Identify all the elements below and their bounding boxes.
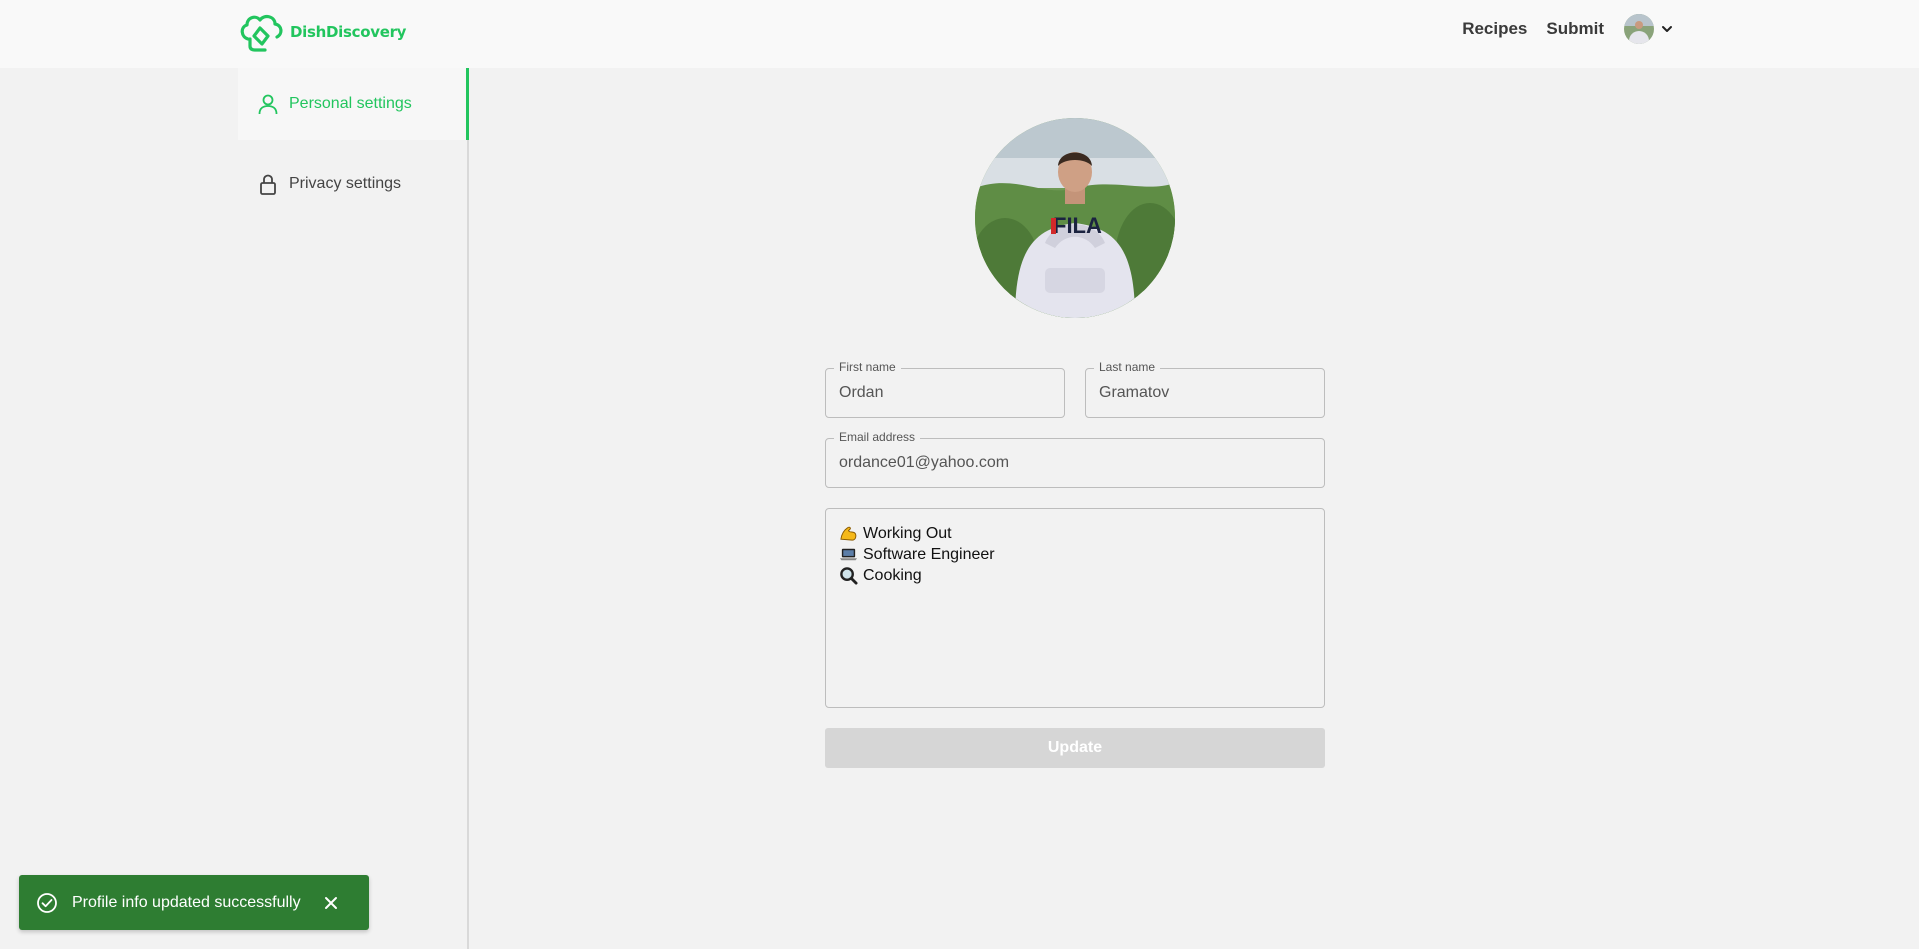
first-name-field[interactable]: First name (825, 360, 1065, 418)
profile-photo-image: FILA (975, 118, 1175, 318)
last-name-field[interactable]: Last name (1085, 360, 1325, 418)
email-input[interactable] (826, 439, 1324, 487)
email-label: Email address (834, 430, 921, 444)
email-field[interactable]: Email address (825, 430, 1325, 488)
nav-submit-link[interactable]: Submit (1546, 19, 1604, 39)
close-icon[interactable] (323, 895, 339, 911)
nav-recipes-link[interactable]: Recipes (1462, 19, 1527, 39)
avatar[interactable] (1624, 14, 1654, 44)
sidebar-item-label: Privacy settings (289, 175, 402, 192)
settings-sidebar: Personal settings Privacy settings (238, 68, 469, 949)
chef-hat-icon (240, 14, 283, 52)
lock-icon (260, 174, 276, 195)
laptop-icon (839, 548, 858, 561)
user-menu[interactable] (1624, 14, 1674, 44)
bio-textarea[interactable]: Working Out Software Engineer Cooking (825, 508, 1325, 708)
bio-line: Working Out (839, 523, 1311, 544)
bio-text: Working Out (863, 525, 952, 542)
toast-message: Profile info updated successfully (72, 893, 301, 911)
first-name-input[interactable] (826, 369, 1064, 417)
last-name-input[interactable] (1086, 369, 1324, 417)
magnifier-icon (840, 567, 858, 585)
top-navbar: DishDiscovery Recipes Submit (0, 0, 1919, 68)
sidebar-item-personal-settings[interactable]: Personal settings (238, 68, 469, 140)
first-name-label: First name (834, 360, 901, 374)
flexed-biceps-icon (840, 526, 857, 541)
svg-text:FILA: FILA (1053, 213, 1102, 238)
bio-line: Software Engineer (839, 544, 1311, 565)
avatar-photo (1624, 14, 1654, 44)
sidebar-item-label: Personal settings (289, 95, 412, 112)
bio-text: Software Engineer (863, 546, 995, 563)
main-nav: Recipes Submit (1462, 14, 1674, 44)
check-circle-icon (37, 892, 57, 913)
bio-line: Cooking (839, 565, 1311, 586)
brand-name: DishDiscovery (290, 23, 407, 41)
user-icon (258, 94, 278, 115)
last-name-label: Last name (1094, 360, 1161, 374)
chevron-down-icon[interactable] (1660, 22, 1674, 36)
update-button[interactable]: Update (825, 728, 1325, 768)
success-toast: Profile info updated successfully (19, 875, 369, 930)
bio-text: Cooking (863, 567, 922, 584)
profile-photo[interactable]: FILA (975, 118, 1175, 318)
brand-logo[interactable]: DishDiscovery (238, 12, 406, 52)
sidebar-item-privacy-settings[interactable]: Privacy settings (238, 140, 467, 220)
